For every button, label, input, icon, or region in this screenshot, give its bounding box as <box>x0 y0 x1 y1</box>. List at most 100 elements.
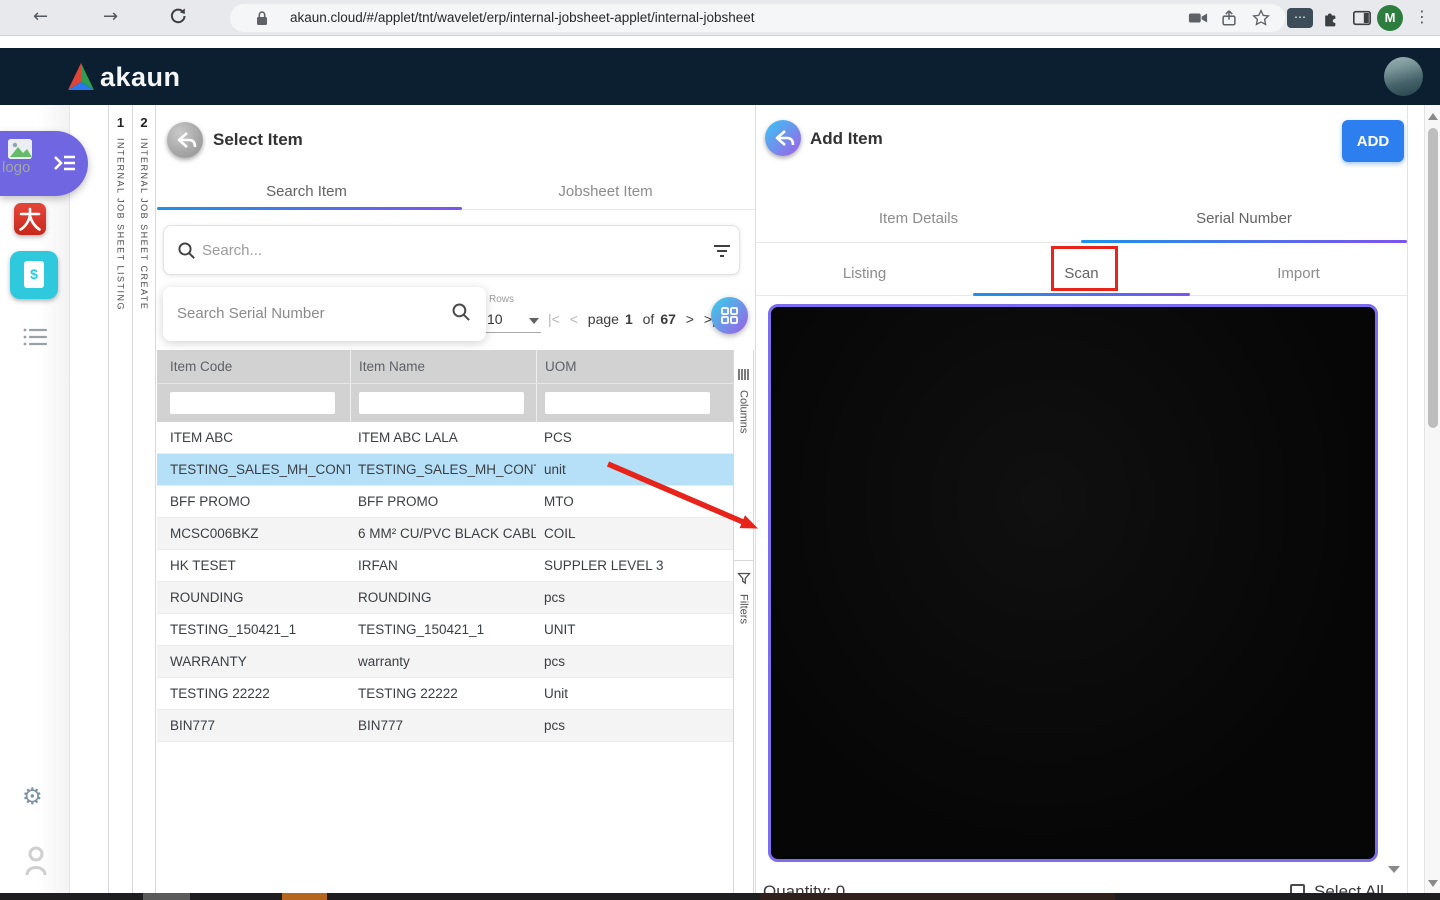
table-row[interactable]: MCSC006BKZ 6 MM² CU/PVC BLACK CABLE 1... C… <box>157 518 733 550</box>
subtab-listing[interactable]: Listing <box>756 265 973 282</box>
address-bar[interactable]: akaun.cloud/#/applet/tnt/wavelet/erp/int… <box>230 4 1285 32</box>
camera-icon[interactable] <box>1188 9 1208 27</box>
table-tools-strip: Columns Filters <box>733 350 754 893</box>
table-row[interactable]: TESTING_150421_1 TESTING_150421_1 UNIT <box>157 614 733 646</box>
tab-serial-number[interactable]: Serial Number <box>1081 210 1407 227</box>
columns-tool[interactable]: Columns <box>734 368 753 433</box>
column-header-uom[interactable]: UOM <box>536 350 733 383</box>
scroll-up-icon[interactable] <box>1428 113 1438 120</box>
tenant-logo-pill[interactable]: logo <box>0 131 88 196</box>
table-cell: HK TESET <box>170 558 236 573</box>
settings-gear-icon[interactable]: ⚙ <box>22 784 43 810</box>
browser-reload-icon[interactable] <box>168 6 188 31</box>
item-table-body: ITEM ABC ITEM ABC LALA PCS TESTING_SALES_MH… <box>157 422 733 742</box>
back-button[interactable] <box>167 122 203 158</box>
scroll-down-icon[interactable] <box>1428 880 1438 887</box>
grid-view-button[interactable] <box>711 297 748 334</box>
chevron-down-icon[interactable] <box>529 318 539 324</box>
table-cell: ROUNDING <box>358 590 432 605</box>
uom-filter-input[interactable] <box>545 392 710 414</box>
table-cell: pcs <box>544 654 566 669</box>
browser-forward-icon[interactable]: → <box>103 6 118 27</box>
table-cell: TESTING 22222 <box>358 686 458 701</box>
extension-badge-icon[interactable]: ⋯ <box>1287 8 1313 28</box>
annotation-highlight-box <box>1051 246 1118 291</box>
browser-back-icon[interactable]: ← <box>33 6 48 27</box>
app-icon-billing[interactable]: $ <box>10 251 58 299</box>
rows-per-page-label: Rows <box>489 294 515 305</box>
table-row[interactable]: BIN777 BIN777 pcs <box>157 710 733 742</box>
tab-search-item[interactable]: Search Item <box>157 183 456 200</box>
subtab-import[interactable]: Import <box>1190 265 1407 282</box>
table-cell: 6 MM² CU/PVC BLACK CABLE 1... <box>358 526 536 541</box>
table-cell: TESTING 22222 <box>170 686 270 701</box>
workspace-tab-label: INTERNAL JOB SHEET LISTING <box>115 138 126 312</box>
workspace-tab-number: 1 <box>116 115 125 130</box>
back-button[interactable] <box>765 120 801 156</box>
collapse-menu-icon[interactable] <box>51 149 79 177</box>
active-subtab-underline <box>973 292 1190 296</box>
dollar-doc-icon: $ <box>24 261 44 288</box>
item-search-input[interactable] <box>202 238 682 262</box>
table-cell: COIL <box>544 526 576 541</box>
camera-scan-view[interactable] <box>768 304 1378 862</box>
user-avatar[interactable] <box>1384 57 1423 96</box>
table-row[interactable]: BFF PROMO BFF PROMO MTO <box>157 486 733 518</box>
table-cell: MCSC006BKZ <box>170 526 259 541</box>
workspace-tab-create[interactable]: 2 INTERNAL JOB SHEET CREATE <box>132 105 156 893</box>
serial-search-icon[interactable] <box>451 302 471 327</box>
workspace-tab-listing[interactable]: 1 INTERNAL JOB SHEET LISTING <box>108 105 132 893</box>
bottom-bar-segment <box>760 893 1115 900</box>
page-top-gap <box>0 36 1440 48</box>
browser-profile-avatar[interactable]: M <box>1377 5 1403 31</box>
bottom-bar-segment <box>143 893 190 900</box>
rows-per-page-value[interactable]: 10 <box>487 311 503 327</box>
table-row[interactable]: TESTING_SALES_MH_CONTRACT TESTING_SALES_M… <box>157 454 733 486</box>
table-row[interactable]: ITEM ABC ITEM ABC LALA PCS <box>157 422 733 454</box>
column-header-item-code[interactable]: Item Code <box>157 350 350 383</box>
serial-search-input[interactable] <box>177 301 437 325</box>
page-word: page <box>587 311 619 327</box>
browser-menu-icon[interactable]: ⋮ <box>1414 7 1430 26</box>
select-item-panel: Select Item Search Item Jobsheet Item Ro… <box>157 105 756 893</box>
page-scrollbar[interactable] <box>1424 105 1440 900</box>
table-cell: BIN777 <box>170 718 216 733</box>
filters-tool[interactable]: Filters <box>734 572 753 624</box>
panel-scroll-down-icon[interactable] <box>1388 866 1400 873</box>
first-page-button[interactable]: |< <box>548 311 560 327</box>
side-panel-icon[interactable] <box>1352 8 1372 33</box>
filters-label: Filters <box>737 594 750 624</box>
table-cell: unit <box>544 462 566 477</box>
prev-page-button[interactable]: < <box>570 311 578 327</box>
profile-person-icon[interactable] <box>24 845 48 882</box>
scrollbar-thumb[interactable] <box>1428 128 1438 428</box>
workspace-tab-label: INTERNAL JOB SHEET CREATE <box>139 138 149 311</box>
next-page-button[interactable]: > <box>686 311 694 327</box>
screen: ← → akaun.cloud/#/applet/tnt/wavelet/erp… <box>0 0 1440 900</box>
item-code-filter-input[interactable] <box>170 392 335 414</box>
bottom-bar-segment <box>282 893 327 900</box>
share-icon[interactable] <box>1220 9 1238 27</box>
add-button[interactable]: ADD <box>1342 120 1404 162</box>
app-navbar: akaun <box>0 48 1440 105</box>
current-page: 1 <box>624 311 633 327</box>
table-cell: TESTING_150421_1 <box>170 622 297 637</box>
table-row[interactable]: ROUNDING ROUNDING pcs <box>157 582 733 614</box>
filter-list-icon[interactable] <box>712 241 732 266</box>
table-row[interactable]: HK TESET IRFAN SUPPLER LEVEL 3 <box>157 550 733 582</box>
broken-image-icon <box>8 139 32 159</box>
panel-title: Add Item <box>810 129 883 148</box>
table-row[interactable]: TESTING 22222 TESTING 22222 Unit <box>157 678 733 710</box>
column-header-item-name[interactable]: Item Name <box>350 350 536 383</box>
table-row[interactable]: WARRANTY warranty pcs <box>157 646 733 678</box>
item-name-filter-input[interactable] <box>359 392 524 414</box>
extensions-puzzle-icon[interactable] <box>1321 8 1341 33</box>
add-item-panel: Add Item ADD Item Details Serial Number … <box>756 105 1408 900</box>
tab-item-details[interactable]: Item Details <box>756 210 1081 227</box>
app-icon-red-da[interactable] <box>14 203 46 235</box>
lock-icon <box>254 9 272 27</box>
list-icon[interactable] <box>22 326 48 353</box>
bookmark-star-icon[interactable] <box>1252 9 1270 27</box>
pagination: |< < page 1 of 67 > >| <box>545 311 719 327</box>
tab-jobsheet-item[interactable]: Jobsheet Item <box>456 183 755 200</box>
